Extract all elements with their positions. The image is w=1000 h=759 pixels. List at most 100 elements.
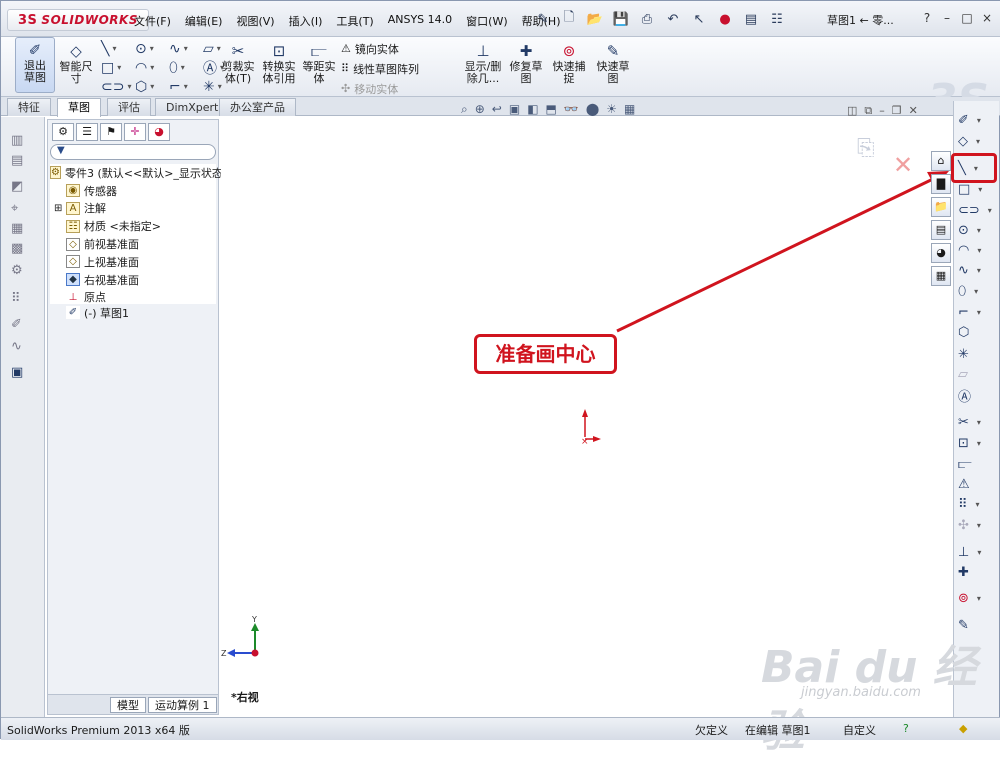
spline-tool[interactable]: ∿ ▾ bbox=[958, 261, 998, 279]
home-icon[interactable]: ⌂ bbox=[931, 151, 951, 171]
grid-icon[interactable]: ▩ bbox=[11, 241, 23, 256]
trim-tool[interactable]: ✂ ▾ bbox=[958, 413, 998, 431]
tag-icon[interactable]: ◆ bbox=[959, 722, 967, 735]
circle-tool[interactable]: ⊙ ▾ bbox=[958, 221, 998, 239]
viewport-split-icon[interactable]: ◫ bbox=[847, 104, 857, 118]
line-icon[interactable]: ╲ bbox=[101, 39, 135, 58]
unit-system-select[interactable]: 自定义 bbox=[843, 722, 876, 738]
circle-icon[interactable]: ⊙ bbox=[135, 39, 169, 58]
repair-sketch-tool[interactable]: ✚ bbox=[958, 563, 998, 581]
block-icon[interactable]: ▤ bbox=[11, 153, 23, 168]
move-entities-button[interactable]: ✣ 移动实体 bbox=[341, 79, 419, 98]
feature-filter-input[interactable]: ▼ bbox=[50, 144, 216, 160]
previous-view-icon[interactable]: ↩ bbox=[492, 102, 502, 117]
ellipse-icon[interactable]: ⬯ bbox=[169, 58, 203, 77]
rebuild-traffic-light-icon[interactable]: ● bbox=[715, 9, 735, 29]
mirror-tool[interactable]: ⚠ bbox=[958, 475, 998, 493]
menu-ansys[interactable]: ANSYS 14.0 bbox=[381, 11, 459, 31]
tree-item-top-plane[interactable]: ◇ 上视基准面 bbox=[50, 253, 216, 271]
spring-icon[interactable]: ⌖ bbox=[11, 201, 18, 216]
display-relations-button[interactable]: ⊥ 显示/删除几... bbox=[461, 41, 505, 85]
sketch-active-icon[interactable]: ▣ bbox=[11, 365, 23, 380]
tree-item-right-plane[interactable]: ◆ 右视基准面 bbox=[50, 271, 216, 289]
tab-sketch[interactable]: 草图 bbox=[57, 98, 101, 117]
spline-icon[interactable]: ∿ bbox=[169, 39, 203, 58]
slot-tool[interactable]: ⊂⊃ ▾ bbox=[958, 201, 998, 219]
minimize-button[interactable]: – bbox=[939, 9, 955, 27]
print-icon[interactable]: ⎙ bbox=[637, 9, 657, 29]
offset-tool[interactable]: ⫍ bbox=[958, 455, 998, 473]
zoom-to-area-icon[interactable]: ⊕ bbox=[475, 102, 485, 117]
point-tool[interactable]: ✳ bbox=[958, 345, 998, 363]
tree-item-material[interactable]: ☷ 材质 <未指定> bbox=[50, 217, 216, 235]
open-folder-icon[interactable]: 📂 bbox=[585, 9, 605, 29]
tab-features[interactable]: 特征 bbox=[7, 98, 51, 116]
arc-tool[interactable]: ◠ ▾ bbox=[958, 241, 998, 259]
view-settings-icon[interactable]: ▦ bbox=[624, 102, 635, 117]
slot-icon[interactable]: ⊂⊃ bbox=[101, 77, 135, 96]
rapid-sketch-button[interactable]: ✎ 快速草图 bbox=[593, 41, 633, 85]
menu-view[interactable]: 视图(V) bbox=[229, 11, 281, 31]
file-properties-icon[interactable]: ▤ bbox=[741, 9, 761, 29]
appearances-icon[interactable]: ◕ bbox=[931, 243, 951, 263]
viewport-minimize-icon[interactable]: – bbox=[879, 104, 885, 118]
stack-icon[interactable]: ▦ bbox=[11, 221, 23, 236]
menu-file[interactable]: 文件(F) bbox=[127, 11, 178, 31]
polygon-tool[interactable]: ⬡ bbox=[958, 323, 998, 341]
custom-properties-icon[interactable]: ▦ bbox=[931, 266, 951, 286]
sketch-tools-icon[interactable]: ⚙ bbox=[11, 263, 23, 278]
pin-icon[interactable]: ✎ bbox=[533, 9, 553, 29]
ellipse-tool[interactable]: ⬯ ▾ bbox=[958, 282, 998, 300]
smart-dimension-button[interactable]: ◇ 智能尺寸 bbox=[59, 41, 93, 85]
exit-sketch-corner-icon[interactable]: ⎘ bbox=[857, 136, 875, 161]
viewport-link-icon[interactable]: ⧉ bbox=[864, 104, 872, 118]
menu-insert[interactable]: 插入(I) bbox=[282, 11, 330, 31]
select-cursor-icon[interactable]: ↖ bbox=[689, 9, 709, 29]
tree-item-front-plane[interactable]: ◇ 前视基准面 bbox=[50, 235, 216, 253]
file-explorer-icon[interactable]: ▤ bbox=[931, 220, 951, 240]
cancel-sketch-corner-icon[interactable]: ✕ bbox=[893, 151, 913, 179]
save-icon[interactable]: 💾 bbox=[611, 9, 631, 29]
help-icon[interactable]: ? bbox=[919, 9, 935, 27]
hide-show-items-icon[interactable]: 👓 bbox=[564, 102, 579, 117]
pin-tool-icon[interactable]: ✐ bbox=[11, 317, 22, 332]
quick-snaps-tool[interactable]: ⊚ ▾ bbox=[958, 589, 998, 607]
polygon-icon[interactable]: ⬡ bbox=[135, 77, 169, 96]
smart-dimension-tool[interactable]: ◇ ▾ bbox=[958, 132, 998, 150]
tab-evaluate[interactable]: 评估 bbox=[107, 98, 151, 116]
linear-pattern-tool[interactable]: ⠿ ▾ bbox=[958, 495, 998, 513]
undo-icon[interactable]: ↶ bbox=[663, 9, 683, 29]
shape-icon[interactable]: ◩ bbox=[11, 179, 23, 194]
tab-office-products[interactable]: 办公室产品 bbox=[219, 98, 296, 116]
text-tool[interactable]: Ⓐ bbox=[958, 386, 998, 405]
display-manager-tab-icon[interactable]: ◕ bbox=[148, 123, 170, 141]
menu-tools[interactable]: 工具(T) bbox=[329, 11, 380, 31]
rectangle-icon[interactable]: □ bbox=[101, 58, 135, 77]
pattern-icon[interactable]: ⠿ bbox=[11, 291, 21, 306]
tab-model[interactable]: 模型 bbox=[110, 697, 146, 713]
trim-entities-button[interactable]: ✂ 剪裁实体(T) bbox=[219, 41, 257, 85]
tree-root-part[interactable]: ⚙ 零件3 (默认<<默认>_显示状态 bbox=[50, 164, 223, 182]
convert-entities-button[interactable]: ⊡ 转换实体引用 bbox=[259, 41, 299, 85]
menu-edit[interactable]: 编辑(E) bbox=[178, 11, 230, 31]
expand-icon[interactable]: ⊞ bbox=[54, 203, 64, 214]
graphics-area[interactable]: × Y Z ⎘ ✕ bbox=[221, 117, 951, 717]
mirror-entities-button[interactable]: ⚠ 镜向实体 bbox=[341, 39, 419, 58]
exit-sketch-button[interactable]: ✐ 退出草图 bbox=[15, 37, 55, 93]
view-orientation-icon[interactable]: ◧ bbox=[527, 102, 538, 117]
move-tool[interactable]: ✣ ▾ bbox=[958, 516, 998, 534]
design-library-icon[interactable]: 📁 bbox=[931, 197, 951, 217]
display-style-icon[interactable]: ⬒ bbox=[546, 102, 557, 117]
apply-scene-icon[interactable]: ☀ bbox=[606, 102, 617, 117]
tree-item-annotations[interactable]: ⊞ A 注解 bbox=[50, 200, 216, 218]
layer-icon[interactable]: ▥ bbox=[11, 133, 23, 148]
feature-tree-tab-icon[interactable]: ⚙ bbox=[52, 123, 74, 141]
menu-window[interactable]: 窗口(W) bbox=[459, 11, 514, 31]
viewport-close-icon[interactable]: ✕ bbox=[909, 104, 918, 118]
edit-appearance-icon[interactable]: ⬤ bbox=[586, 102, 599, 117]
resources-icon[interactable]: ▇ bbox=[931, 174, 951, 194]
fillet-icon[interactable]: ⌐ bbox=[169, 77, 203, 96]
arc-icon[interactable]: ◠ bbox=[135, 58, 169, 77]
plane-tool[interactable]: ▱ bbox=[958, 365, 998, 383]
section-view-icon[interactable]: ▣ bbox=[509, 102, 520, 117]
